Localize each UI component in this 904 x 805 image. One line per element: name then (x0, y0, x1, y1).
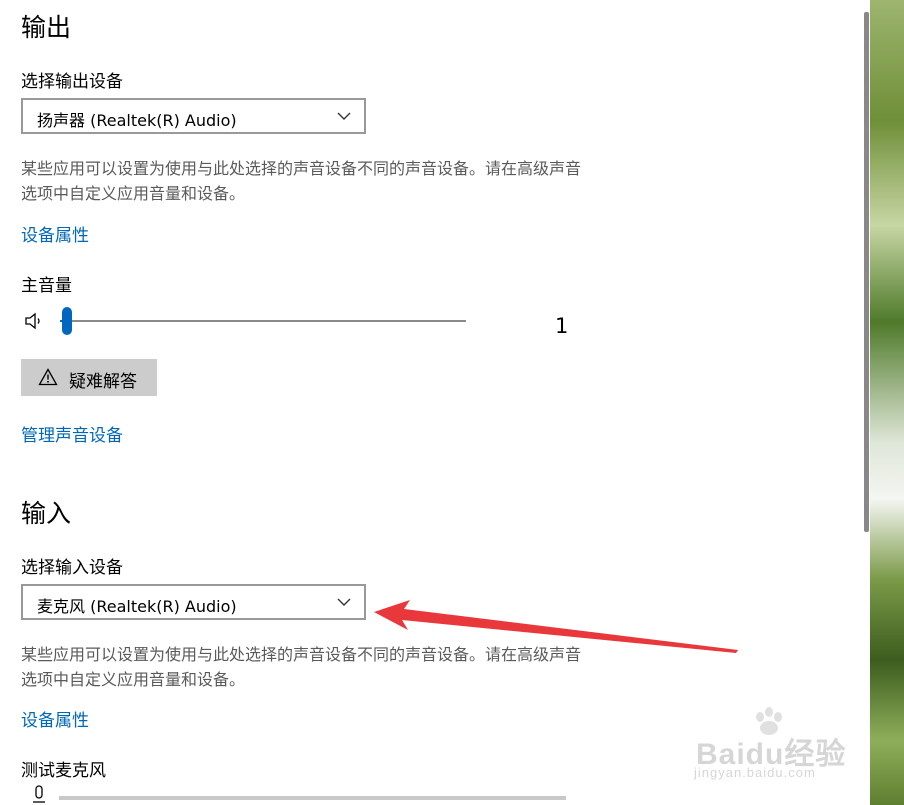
input-device-value: 麦克风 (Realtek(R) Audio) (37, 597, 237, 616)
output-device-dropdown[interactable]: 扬声器 (Realtek(R) Audio) (21, 98, 366, 134)
baidu-watermark: Baidu经验 jingyan.baidu.com (690, 705, 860, 785)
output-description: 某些应用可以设置为使用与此处选择的声音设备不同的声音设备。请在高级声音选项中自定… (21, 159, 582, 203)
input-heading: 输入 (21, 499, 72, 528)
output-device-value: 扬声器 (Realtek(R) Audio) (37, 111, 237, 130)
microphone-level-meter (59, 796, 566, 800)
input-select-label: 选择输入设备 (21, 558, 123, 578)
volume-slider-thumb[interactable] (62, 307, 72, 335)
background-photo (870, 0, 904, 805)
output-device-properties-link[interactable]: 设备属性 (21, 221, 89, 246)
troubleshoot-label: 疑难解答 (69, 372, 137, 392)
vertical-scrollbar[interactable] (864, 12, 869, 532)
volume-slider-track (60, 320, 466, 322)
troubleshoot-button[interactable]: 疑难解答 (21, 359, 157, 396)
warning-icon (38, 368, 58, 386)
output-select-label: 选择输出设备 (21, 72, 123, 92)
master-volume-label: 主音量 (21, 276, 72, 296)
sound-settings-panel: 输出 选择输出设备 扬声器 (Realtek(R) Audio) 某些应用可以设… (0, 0, 866, 805)
input-device-properties-link[interactable]: 设备属性 (21, 706, 89, 731)
chevron-down-icon (337, 598, 351, 606)
master-volume-slider[interactable] (60, 307, 466, 335)
microphone-icon (33, 785, 45, 803)
watermark-url: jingyan.baidu.com (694, 765, 816, 780)
manage-sound-devices-link[interactable]: 管理声音设备 (21, 421, 123, 446)
chevron-down-icon (337, 112, 351, 120)
volume-value: 1 (555, 314, 569, 338)
output-heading: 输出 (21, 13, 72, 42)
input-device-dropdown[interactable]: 麦克风 (Realtek(R) Audio) (21, 584, 366, 620)
annotation-arrow (374, 600, 738, 653)
test-microphone-label: 测试麦克风 (21, 761, 106, 781)
speaker-icon[interactable] (24, 311, 44, 331)
